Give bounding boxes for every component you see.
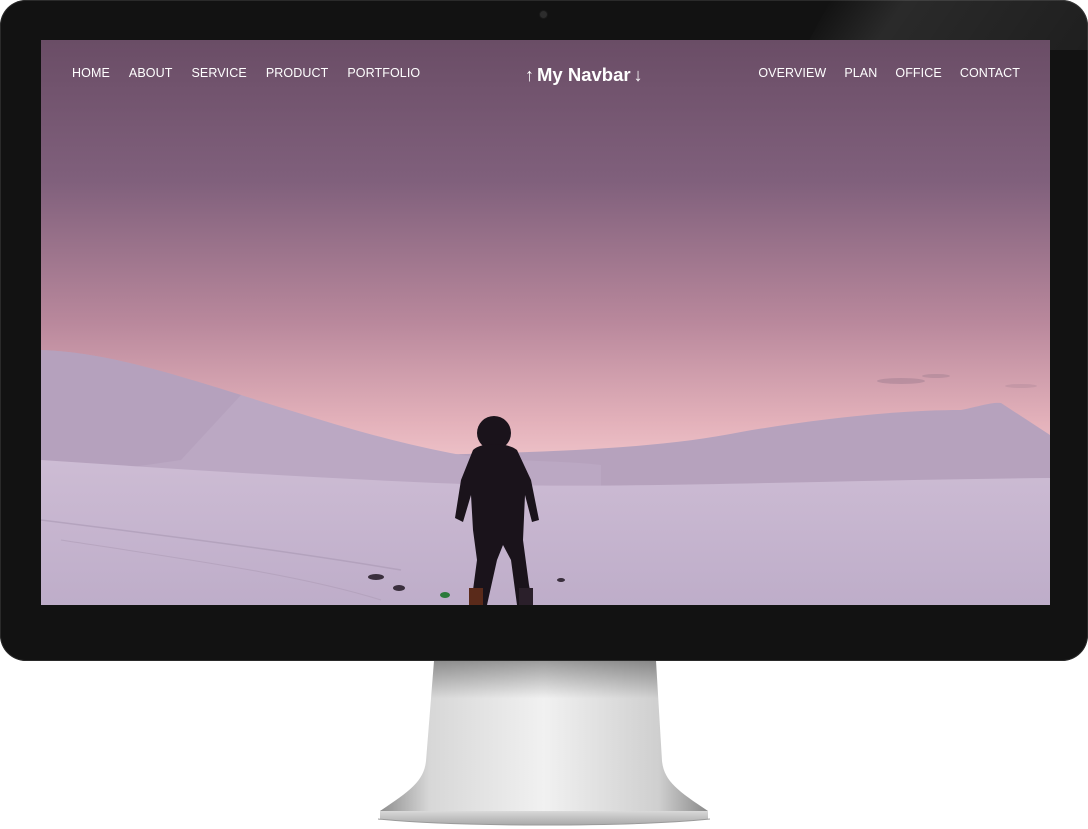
nav-item-portfolio[interactable]: PORTFOLIO [347, 66, 420, 80]
nav-item-product[interactable]: PRODUCT [266, 66, 329, 80]
navbar-brand[interactable]: ↑ My Navbar ↓ [525, 64, 643, 86]
nav-right-menu: OVERVIEW PLAN OFFICE CONTACT [740, 66, 1020, 80]
nav-item-home[interactable]: HOME [72, 66, 110, 80]
down-arrow-icon: ↓ [633, 64, 643, 85]
nav-item-office[interactable]: OFFICE [895, 66, 941, 80]
monitor-stand [378, 661, 710, 826]
monitor-screen: HOME ABOUT SERVICE PRODUCT PORTFOLIO ↑ M… [41, 40, 1050, 605]
webcam-icon [540, 11, 547, 18]
navbar: HOME ABOUT SERVICE PRODUCT PORTFOLIO ↑ M… [41, 40, 1050, 110]
nav-item-about[interactable]: ABOUT [129, 66, 173, 80]
up-arrow-icon: ↑ [525, 64, 534, 85]
nav-item-contact[interactable]: CONTACT [960, 66, 1020, 80]
nav-item-service[interactable]: SERVICE [191, 66, 246, 80]
monitor-bezel: HOME ABOUT SERVICE PRODUCT PORTFOLIO ↑ M… [0, 0, 1088, 661]
nav-left-menu: HOME ABOUT SERVICE PRODUCT PORTFOLIO [72, 66, 439, 80]
nav-item-plan[interactable]: PLAN [844, 66, 877, 80]
hero-image [41, 40, 1050, 605]
nav-item-overview[interactable]: OVERVIEW [758, 66, 826, 80]
brand-title: My Navbar [537, 64, 631, 85]
